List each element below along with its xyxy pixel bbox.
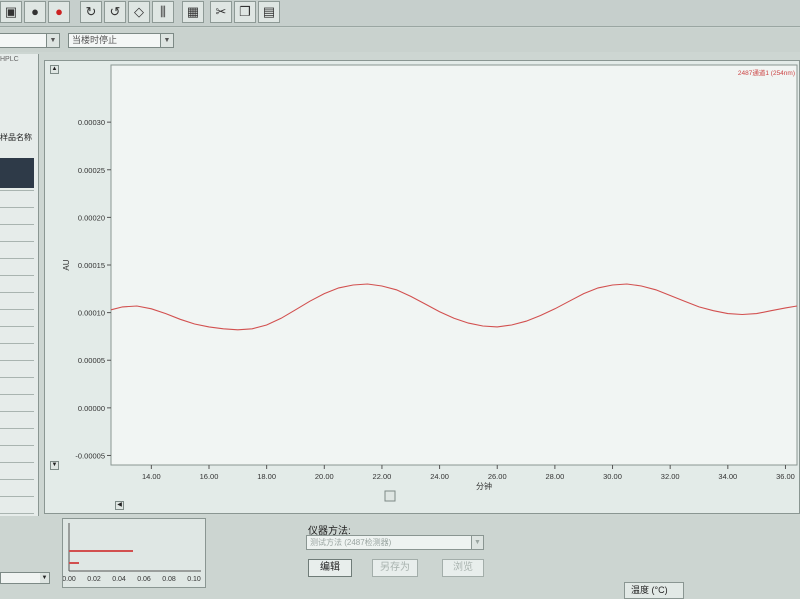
table-row[interactable]	[0, 462, 34, 463]
method-select-value: 测试方法 (2487检测器)	[310, 538, 392, 547]
table-row[interactable]	[0, 275, 34, 276]
x-tick-label: 16.00	[200, 472, 219, 481]
table-row[interactable]	[0, 241, 34, 242]
chart-svg[interactable]: 0.00030 0.00025 0.00020 0.00015 0.00010 0.000…	[45, 61, 799, 513]
table-row[interactable]	[0, 292, 34, 293]
selected-sample-row[interactable]	[0, 158, 34, 188]
chevron-down-icon: ▼	[40, 573, 49, 583]
table-row[interactable]	[0, 428, 34, 429]
mini-x-tick-label: 0.06	[137, 576, 151, 583]
mini-x-tick-label: 0.02	[87, 576, 101, 583]
method-select[interactable]: 测试方法 (2487检测器) ▼	[306, 535, 484, 550]
plot-area[interactable]	[110, 64, 798, 466]
scroll-down-button[interactable]: ▼	[50, 461, 59, 470]
table-row[interactable]	[0, 360, 34, 361]
edit-button[interactable]: 编辑	[308, 559, 352, 577]
table-row[interactable]	[0, 224, 34, 225]
table-row[interactable]	[0, 479, 34, 480]
y-tick-label: 0.00010	[78, 309, 105, 318]
mini-x-tick-label: 0.00	[63, 576, 76, 583]
table-row[interactable]	[0, 309, 34, 310]
x-tick-label: 26.00	[488, 472, 507, 481]
main-toolbar: ▣ ● ● ↻ ↺ ◇ ⫼ ▦ ✂ ❐ ▤	[0, 0, 800, 27]
sample-list-panel: HPLC 样品名称	[0, 54, 39, 548]
y-tick-label: -0.00005	[75, 451, 105, 460]
tool-a-icon[interactable]: ↻	[80, 1, 102, 23]
sample-name-column-header[interactable]: 样品名称	[0, 132, 38, 148]
y-tick-label: 0.00030	[78, 118, 105, 127]
save-as-button[interactable]: 另存为	[372, 559, 418, 577]
table-row[interactable]	[0, 258, 34, 259]
tool-d-icon[interactable]: ⫼	[152, 1, 174, 23]
y-tick-label: 0.00005	[78, 356, 105, 365]
scroll-left-button[interactable]: ◀	[115, 501, 124, 510]
browse-button[interactable]: 浏览	[442, 559, 484, 577]
table-row[interactable]	[0, 343, 34, 344]
tool-c-icon[interactable]: ◇	[128, 1, 150, 23]
x-tick-label: 32.00	[661, 472, 680, 481]
x-tick-label: 18.00	[257, 472, 276, 481]
stop-mode-value: 当楼时停止	[72, 35, 118, 45]
stop-icon[interactable]: ●	[48, 1, 70, 23]
table-row[interactable]	[0, 411, 34, 412]
table-row[interactable]	[0, 513, 34, 514]
table-row[interactable]	[0, 326, 34, 327]
x-tick-label: 14.00	[142, 472, 161, 481]
copy-icon[interactable]: ❐	[234, 1, 256, 23]
table-row[interactable]	[0, 445, 34, 446]
mini-chart-svg: 0.00 0.02 0.04 0.06 0.08 0.10	[62, 523, 201, 583]
x-tick-label: 22.00	[373, 472, 392, 481]
x-tick-label: 34.00	[718, 472, 737, 481]
chevron-down-icon: ▼	[46, 34, 59, 47]
chromatogram-plot: ▲ ▼ ◀ 0.00030 0.00025 0.00020 0.00015 0.0001…	[44, 60, 800, 514]
table-row[interactable]	[0, 190, 34, 191]
save-icon[interactable]: ▣	[0, 1, 22, 23]
x-tick-label: 30.00	[603, 472, 622, 481]
table-row[interactable]	[0, 207, 34, 208]
horizontal-scroll-thumb[interactable]	[384, 490, 396, 502]
scroll-up-button[interactable]: ▲	[50, 65, 59, 74]
x-tick-label: 36.00	[776, 472, 795, 481]
temperature-label: 温度 (°C)	[624, 582, 684, 599]
x-axis-label: 分钟	[476, 481, 492, 491]
y-tick-label: 0.00015	[78, 261, 105, 270]
y-tick-label: 0.00020	[78, 213, 105, 222]
y-tick-label: 0.00000	[78, 404, 105, 413]
mini-x-tick-label: 0.10	[187, 576, 201, 583]
x-tick-label: 28.00	[545, 472, 564, 481]
mini-x-tick-label: 0.04	[112, 576, 126, 583]
table-row[interactable]	[0, 377, 34, 378]
mini-chart: 0.00 0.02 0.04 0.06 0.08 0.10	[62, 518, 206, 588]
record-icon[interactable]: ●	[24, 1, 46, 23]
chevron-down-icon: ▼	[160, 34, 173, 47]
cut-icon[interactable]: ✂	[210, 1, 232, 23]
x-tick-label: 20.00	[315, 472, 334, 481]
x-tick-label: 24.00	[430, 472, 449, 481]
mini-chart-select[interactable]: ▼	[0, 572, 50, 584]
channel-select[interactable]: ▼	[0, 33, 60, 48]
y-axis-label: AU	[62, 259, 71, 270]
paste-icon[interactable]: ▤	[258, 1, 280, 23]
tool-b-icon[interactable]: ↺	[104, 1, 126, 23]
table-row[interactable]	[0, 394, 34, 395]
stop-mode-select[interactable]: 当楼时停止 ▼	[68, 33, 174, 48]
channel-label: 2487通道1 (254nm)	[738, 68, 795, 77]
mini-x-tick-label: 0.08	[162, 576, 176, 583]
table-row[interactable]	[0, 496, 34, 497]
chevron-down-icon: ▼	[471, 536, 483, 549]
panel-header: HPLC	[0, 56, 19, 63]
calculator-icon[interactable]: ▦	[182, 1, 204, 23]
y-tick-label: 0.00025	[78, 166, 105, 175]
